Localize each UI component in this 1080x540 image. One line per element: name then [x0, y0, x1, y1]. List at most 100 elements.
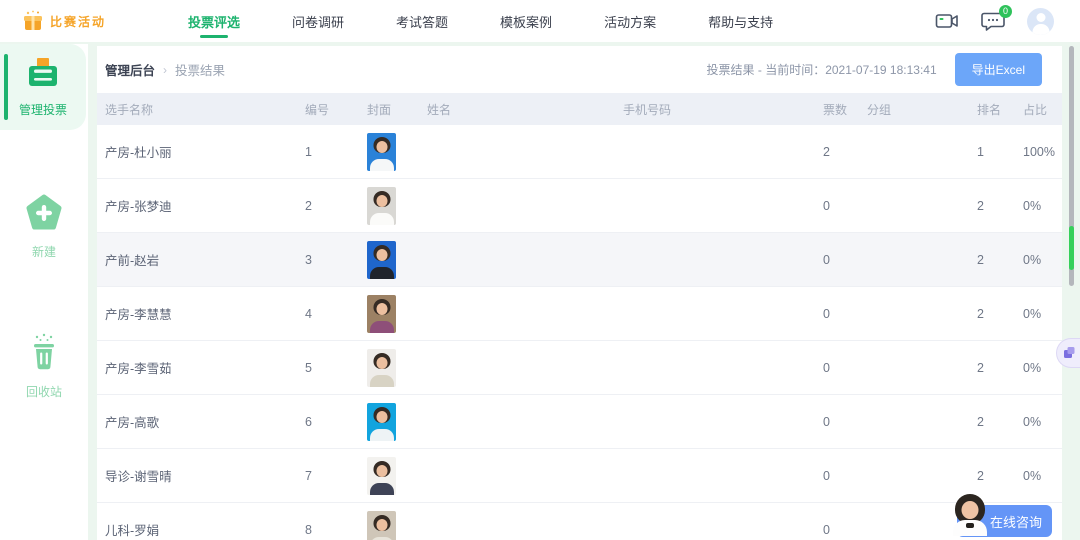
nav-item-exam[interactable]: 考试答题 — [396, 0, 448, 43]
table-row[interactable]: 产前-赵岩 3 0 2 0% — [97, 233, 1062, 287]
rocket-fab-button[interactable] — [1056, 338, 1080, 368]
col-header-percent: 占比 — [1023, 102, 1048, 117]
contestant-rank: 2 — [977, 252, 984, 267]
contestant-percent: 0% — [1023, 414, 1042, 429]
contestant-number: 4 — [305, 306, 312, 321]
photo-shoulders — [369, 320, 394, 333]
contestant-photo[interactable] — [367, 402, 396, 441]
gift-box-icon — [22, 10, 44, 32]
col-header-phone: 手机号码 — [623, 102, 672, 117]
main-content: 管理后台 › 投票结果 投票结果 - 当前时间：2021-07-19 18:13… — [97, 46, 1062, 540]
photo-face — [376, 194, 387, 207]
app-logo[interactable]: 比赛活动 — [22, 10, 142, 32]
contestant-votes: 0 — [823, 252, 830, 267]
ballot-box-icon — [24, 56, 62, 95]
table-row[interactable]: 儿科-罗娟 8 0 — [97, 503, 1062, 540]
nav-item-survey[interactable]: 问卷调研 — [292, 0, 344, 43]
contestant-votes: 0 — [823, 360, 830, 375]
video-icon[interactable] — [935, 11, 959, 31]
contestant-rank: 2 — [977, 306, 984, 321]
sidebar-item-label: 回收站 — [25, 385, 62, 399]
table-row[interactable]: 导诊-谢雪晴 7 0 2 0% — [97, 449, 1062, 503]
contestant-number: 3 — [305, 252, 312, 267]
message-badge: 0 — [999, 5, 1012, 18]
nav-item-vote[interactable]: 投票评选 — [188, 0, 240, 43]
contestant-rank: 2 — [977, 198, 984, 213]
contestant-votes: 2 — [823, 144, 830, 159]
consultant-bow — [966, 523, 974, 528]
contestant-votes: 0 — [823, 306, 830, 321]
table-row[interactable]: 产房-李雪茹 5 0 2 0% — [97, 341, 1062, 395]
table-row[interactable]: 产房-张梦迪 2 0 2 0% — [97, 179, 1062, 233]
contestant-votes: 0 — [823, 198, 830, 213]
contestant-name: 产房-张梦迪 — [105, 200, 172, 214]
contestant-photo[interactable] — [367, 348, 396, 387]
contestant-photo[interactable] — [367, 240, 396, 279]
contestant-rank: 2 — [977, 468, 984, 483]
contestant-number: 8 — [305, 522, 312, 537]
contestant-percent: 100% — [1023, 144, 1055, 159]
contestant-rank: 1 — [977, 144, 984, 159]
table-row[interactable]: 产房-李慧慧 4 0 2 0% — [97, 287, 1062, 341]
export-excel-button[interactable]: 导出Excel — [954, 53, 1042, 86]
photo-shoulders — [369, 536, 394, 540]
contestant-number: 7 — [305, 468, 312, 483]
col-header-votes: 票数 — [823, 102, 848, 117]
photo-shoulders — [369, 482, 394, 495]
breadcrumb-separator-icon: › — [163, 62, 168, 77]
contestant-percent: 0% — [1023, 252, 1042, 267]
col-header-cover: 封面 — [367, 102, 392, 117]
photo-face — [376, 140, 387, 153]
consultant-photo — [949, 492, 991, 536]
contestant-percent: 0% — [1023, 198, 1042, 213]
messages-icon[interactable]: 0 — [981, 5, 1012, 32]
left-sidebar: 管理投票 新建 回收站 — [0, 44, 88, 540]
contestant-photo[interactable] — [367, 132, 396, 171]
contestant-votes: 0 — [823, 522, 830, 537]
photo-shoulders — [369, 266, 394, 279]
contestant-percent: 0% — [1023, 360, 1042, 375]
contestant-number: 6 — [305, 414, 312, 429]
sidebar-item-label: 管理投票 — [18, 103, 67, 117]
user-avatar[interactable] — [1027, 7, 1054, 35]
nav-item-help[interactable]: 帮助与支持 — [708, 0, 773, 43]
custom-scrollbar[interactable] — [1069, 46, 1074, 286]
photo-face — [376, 248, 387, 261]
col-header-group: 分组 — [867, 102, 892, 117]
contestant-photo[interactable] — [367, 510, 396, 540]
breadcrumb-current: 投票结果 — [175, 64, 226, 78]
photo-face — [376, 464, 387, 477]
contestant-name: 导诊-谢雪晴 — [105, 470, 172, 484]
photo-face — [376, 518, 387, 531]
nav-item-activity[interactable]: 活动方案 — [604, 0, 656, 43]
contestant-votes: 0 — [823, 468, 830, 483]
avatar-body — [1032, 23, 1049, 35]
contestant-photo[interactable] — [367, 456, 396, 495]
rocket-icon — [1064, 347, 1075, 358]
sidebar-item-manage-votes[interactable]: 管理投票 — [0, 44, 86, 130]
consult-label: 在线咨询 — [989, 514, 1042, 530]
contestant-photo[interactable] — [367, 186, 396, 225]
online-consult-button[interactable]: 在线咨询 — [953, 494, 1052, 537]
sidebar-item-recycle-bin[interactable]: 回收站 — [0, 320, 88, 412]
main-nav: 投票评选 问卷调研 考试答题 模板案例 活动方案 帮助与支持 — [188, 0, 773, 43]
logo-text: 比赛活动 — [50, 14, 107, 29]
contestant-photo[interactable] — [367, 294, 396, 333]
col-header-name: 选手名称 — [105, 102, 154, 117]
content-topbar: 管理后台 › 投票结果 投票结果 - 当前时间：2021-07-19 18:13… — [97, 46, 1062, 93]
nav-item-template[interactable]: 模板案例 — [500, 0, 552, 43]
contestant-name: 产前-赵岩 — [105, 254, 160, 268]
scrollbar-thumb[interactable] — [1069, 226, 1074, 270]
col-header-number: 编号 — [305, 102, 330, 117]
top-navbar: 比赛活动 投票评选 问卷调研 考试答题 模板案例 活动方案 帮助与支持 0 — [0, 0, 1080, 42]
avatar-head — [1036, 12, 1045, 22]
photo-shoulders — [369, 158, 394, 171]
sidebar-item-create-new[interactable]: 新建 — [0, 182, 88, 272]
table-body: 产房-杜小丽 1 2 1 100% 产房-张梦迪 2 0 2 0% 产前-赵岩 … — [97, 125, 1062, 540]
table-row[interactable]: 产房-高歌 6 0 2 0% — [97, 395, 1062, 449]
table-row[interactable]: 产房-杜小丽 1 2 1 100% — [97, 125, 1062, 179]
sidebar-item-label: 新建 — [31, 245, 56, 259]
photo-shoulders — [369, 212, 394, 225]
photo-face — [376, 356, 387, 369]
breadcrumb-root[interactable]: 管理后台 — [105, 60, 155, 79]
